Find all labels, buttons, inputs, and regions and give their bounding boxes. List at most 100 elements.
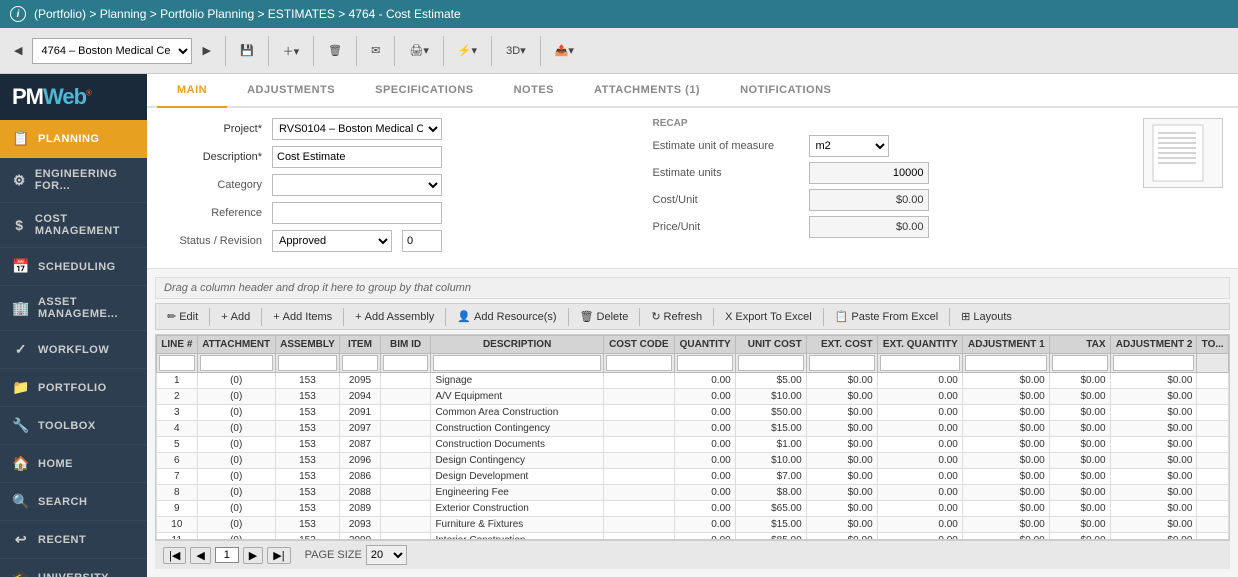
layouts-button[interactable]: ⊞ Layouts <box>954 307 1019 326</box>
content-area: MAIN ADJUSTMENTS SPECIFICATIONS NOTES AT… <box>147 74 1238 577</box>
page-size-select[interactable]: 20 50 100 <box>366 545 407 565</box>
cell-tax: $0.00 <box>1049 453 1110 469</box>
filter-item[interactable] <box>342 355 378 371</box>
description-input[interactable] <box>272 146 442 168</box>
filter-bimid[interactable] <box>383 355 429 371</box>
nav-forward-button[interactable]: ▶ <box>196 40 216 61</box>
filter-adj1[interactable] <box>965 355 1047 371</box>
table-row[interactable]: 2 (0) 153 2094 A/V Equipment 0.00 $10.00… <box>157 389 1229 405</box>
table-row[interactable]: 5 (0) 153 2087 Construction Documents 0.… <box>157 437 1229 453</box>
table-row[interactable]: 3 (0) 153 2091 Common Area Construction … <box>157 405 1229 421</box>
status-num-input[interactable] <box>402 230 442 252</box>
table-row[interactable]: 10 (0) 153 2093 Furniture & Fixtures 0.0… <box>157 517 1229 533</box>
sidebar-item-university[interactable]: 🎓 UNIVERSITY <box>0 559 147 577</box>
sidebar-item-home[interactable]: 🏠 HOME <box>0 445 147 483</box>
cell-line: 2 <box>157 389 198 405</box>
cell-assembly: 153 <box>275 533 340 541</box>
last-page-button[interactable]: ▶| <box>267 547 290 564</box>
tab-notifications[interactable]: NOTIFICATIONS <box>720 74 851 108</box>
data-table[interactable]: LINE # ATTACH­MENT ASSEM­BLY ITEM BIM ID… <box>155 334 1230 540</box>
sidebar-item-search[interactable]: 🔍 SEARCH <box>0 483 147 521</box>
category-select[interactable] <box>272 174 442 196</box>
record-select[interactable]: 4764 – Boston Medical Center - Cost <box>32 38 192 64</box>
sidebar-item-planning[interactable]: 📋 PLANNING <box>0 120 147 158</box>
print-button[interactable]: 🖨▾ <box>403 40 435 61</box>
save-button[interactable]: 💾 <box>234 40 260 61</box>
status-select[interactable]: Approved <box>272 230 392 252</box>
filter-extqty[interactable] <box>880 355 960 371</box>
cell-desc: Design Development <box>431 469 603 485</box>
add-row-button[interactable]: + Add <box>214 308 257 326</box>
first-page-button[interactable]: |◀ <box>163 547 186 564</box>
edit-button[interactable]: ✏ Edit <box>160 307 205 326</box>
export-button[interactable]: 📤▾ <box>549 40 580 61</box>
cost-unit-label: Cost/Unit <box>653 194 803 206</box>
cell-attach: (0) <box>197 453 275 469</box>
cell-assembly: 153 <box>275 373 340 389</box>
cell-extcost: $0.00 <box>806 533 877 541</box>
nav-back-button[interactable]: ◀ <box>8 40 28 61</box>
reference-input[interactable] <box>272 202 442 224</box>
toolbar-separator-6 <box>443 36 444 66</box>
paste-excel-button[interactable]: 📋 Paste From Excel <box>828 307 946 326</box>
tab-main[interactable]: MAIN <box>157 74 227 108</box>
cell-assembly: 153 <box>275 437 340 453</box>
sidebar-item-recent[interactable]: ↩ RECENT <box>0 521 147 559</box>
sidebar-item-workflow[interactable]: ✓ WORKFLOW <box>0 331 147 369</box>
add-button[interactable]: ＋▾ <box>277 39 306 63</box>
page-number-input[interactable] <box>215 547 239 563</box>
cell-desc: Signage <box>431 373 603 389</box>
table-row[interactable]: 6 (0) 153 2096 Design Contingency 0.00 $… <box>157 453 1229 469</box>
cell-unitcost: $1.00 <box>735 437 806 453</box>
email-button[interactable]: ✉ <box>365 40 386 61</box>
filter-tax[interactable] <box>1052 355 1108 371</box>
prev-page-button[interactable]: ◀ <box>190 547 210 564</box>
cell-costcode <box>603 437 674 453</box>
cell-qty: 0.00 <box>674 533 735 541</box>
sidebar-item-portfolio[interactable]: 📁 PORTFOLIO <box>0 369 147 407</box>
tab-attachments[interactable]: ATTACHMENTS (1) <box>574 74 720 108</box>
filter-adj2[interactable] <box>1113 355 1195 371</box>
sidebar-item-asset[interactable]: 🏢 ASSET MANAGEME... <box>0 286 147 331</box>
tab-adjustments[interactable]: ADJUSTMENTS <box>227 74 355 108</box>
cell-extqty: 0.00 <box>877 533 962 541</box>
sidebar-item-toolbox[interactable]: 🔧 TOOLBOX <box>0 407 147 445</box>
filter-costcode[interactable] <box>606 355 672 371</box>
add-items-button[interactable]: + Add Items <box>266 308 339 326</box>
filter-assembly[interactable] <box>278 355 338 371</box>
add-assembly-button[interactable]: + Add Assembly <box>348 308 441 326</box>
filter-line[interactable] <box>159 355 195 371</box>
filter-attach[interactable] <box>200 355 273 371</box>
col-line: LINE # <box>157 336 198 354</box>
table-row[interactable]: 7 (0) 153 2086 Design Development 0.00 $… <box>157 469 1229 485</box>
filter-ext[interactable] <box>809 355 875 371</box>
table-row[interactable]: 9 (0) 153 2089 Exterior Construction 0.0… <box>157 501 1229 517</box>
table-row[interactable]: 4 (0) 153 2097 Construction Contingency … <box>157 421 1229 437</box>
cell-bimid <box>380 421 431 437</box>
main-layout: PMWeb® 📋 PLANNING ⚙ ENGINEERING FOR... $… <box>0 74 1238 577</box>
sidebar-item-scheduling[interactable]: 📅 SCHEDULING <box>0 248 147 286</box>
cell-bimid <box>380 469 431 485</box>
table-row[interactable]: 8 (0) 153 2088 Engineering Fee 0.00 $8.0… <box>157 485 1229 501</box>
sidebar-item-cost[interactable]: $ COST MANAGEMENT <box>0 203 147 248</box>
project-select[interactable]: RVS0104 – Boston Medical Center <box>272 118 442 140</box>
add-resources-button[interactable]: 👤 Add Resource(s) <box>450 307 563 326</box>
estimate-unit-select[interactable]: m2 <box>809 135 889 157</box>
filter-desc[interactable] <box>433 355 600 371</box>
next-page-button[interactable]: ▶ <box>243 547 263 564</box>
delete-button[interactable]: 🗑 <box>322 40 348 61</box>
sidebar-item-engineering[interactable]: ⚙ ENGINEERING FOR... <box>0 158 147 203</box>
table-row[interactable]: 1 (0) 153 2095 Signage 0.00 $5.00 $0.00 … <box>157 373 1229 389</box>
table-row[interactable]: 11 (0) 153 2090 Interior Construction 0.… <box>157 533 1229 541</box>
lightning-button[interactable]: ⚡▾ <box>452 40 483 61</box>
estimate-units-input[interactable] <box>809 162 929 184</box>
export-excel-button[interactable]: X Export To Excel <box>718 308 819 326</box>
3d-button[interactable]: 3D▾ <box>500 40 532 61</box>
filter-unit[interactable] <box>738 355 804 371</box>
tab-notes[interactable]: NOTES <box>494 74 574 108</box>
delete-row-button[interactable]: 🗑 Delete <box>573 307 636 326</box>
tab-specifications[interactable]: SPECIFICATIONS <box>355 74 493 108</box>
filter-qty[interactable] <box>677 355 733 371</box>
estimate-unit-label: Estimate unit of measure <box>653 140 803 152</box>
refresh-button[interactable]: ↻ Refresh <box>644 307 709 326</box>
